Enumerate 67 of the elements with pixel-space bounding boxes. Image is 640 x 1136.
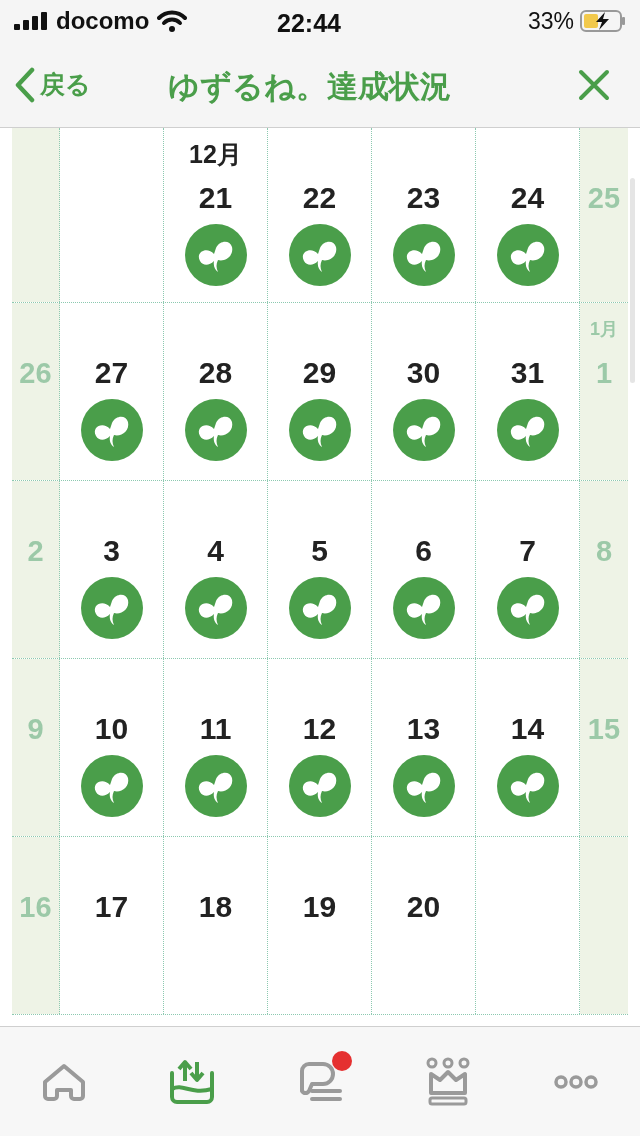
day-number: 16 xyxy=(19,890,52,925)
day-number: 14 xyxy=(510,711,545,747)
carrier-name: docomo xyxy=(56,6,150,36)
stamp-icon xyxy=(496,755,559,817)
day-number: 11 xyxy=(199,711,232,747)
day-number: 25 xyxy=(587,181,621,216)
day-number: 15 xyxy=(587,712,621,747)
clock-time: 22:44 xyxy=(277,8,341,39)
crown-icon xyxy=(424,1055,472,1108)
stamp-icon xyxy=(392,577,455,639)
day-number: 20 xyxy=(406,889,441,925)
wifi-icon xyxy=(157,10,188,32)
back-button[interactable]: 戻る xyxy=(14,65,91,104)
stamp-icon xyxy=(184,577,247,639)
stamp-icon xyxy=(496,224,559,286)
day-number: 7 xyxy=(519,533,536,569)
stamp-icon xyxy=(392,399,455,461)
day-number: 31 xyxy=(510,355,545,391)
stamp-icon xyxy=(80,577,143,639)
stamp-icon xyxy=(288,224,351,286)
stamp-icon xyxy=(496,399,559,461)
day-number: 27 xyxy=(94,355,129,391)
battery-charging-icon xyxy=(580,9,626,33)
stamp-icon xyxy=(184,224,247,286)
day-number: 12 xyxy=(302,711,337,747)
tray-arrows-icon xyxy=(169,1058,215,1105)
day-number: 5 xyxy=(311,533,328,569)
day-number: 19 xyxy=(302,889,337,925)
stamp-icon xyxy=(288,755,351,817)
day-number: 29 xyxy=(302,355,337,391)
day-number: 23 xyxy=(406,180,441,216)
more-icon xyxy=(553,1073,599,1090)
battery-percent: 33% xyxy=(527,6,574,36)
day-number: 18 xyxy=(198,889,233,925)
close-icon xyxy=(578,68,610,101)
chevron-left-icon xyxy=(14,66,36,103)
day-number: 2 xyxy=(27,534,44,569)
day-number: 17 xyxy=(94,889,129,925)
stamp-icon xyxy=(392,224,455,286)
stamp-icon xyxy=(80,399,143,461)
day-number: 24 xyxy=(510,180,545,216)
stamp-icon xyxy=(80,755,143,817)
stamp-icon xyxy=(288,399,351,461)
day-number: 1 xyxy=(595,356,613,391)
home-icon xyxy=(41,1061,87,1102)
stamp-icon xyxy=(288,577,351,639)
day-number: 22 xyxy=(302,180,337,216)
day-number: 21 xyxy=(198,180,233,216)
day-number: 28 xyxy=(198,355,233,391)
month-label: 12月 xyxy=(189,139,242,170)
day-number: 4 xyxy=(207,533,224,569)
close-button[interactable] xyxy=(578,68,610,101)
stamp-icon xyxy=(392,755,455,817)
stamp-icon xyxy=(496,577,559,639)
signal-icon xyxy=(14,12,48,30)
day-number: 9 xyxy=(27,712,44,747)
day-number: 3 xyxy=(103,533,120,569)
day-number: 8 xyxy=(595,534,613,569)
stamp-icon xyxy=(184,755,247,817)
page-title: ゆずるね。達成状況 xyxy=(168,68,451,106)
day-number: 13 xyxy=(406,711,441,747)
stamp-icon xyxy=(184,399,247,461)
day-number: 30 xyxy=(406,355,441,391)
month-label: 1月 xyxy=(590,318,618,341)
day-number: 6 xyxy=(415,533,432,569)
day-number: 10 xyxy=(94,711,129,747)
day-number: 26 xyxy=(19,356,52,391)
